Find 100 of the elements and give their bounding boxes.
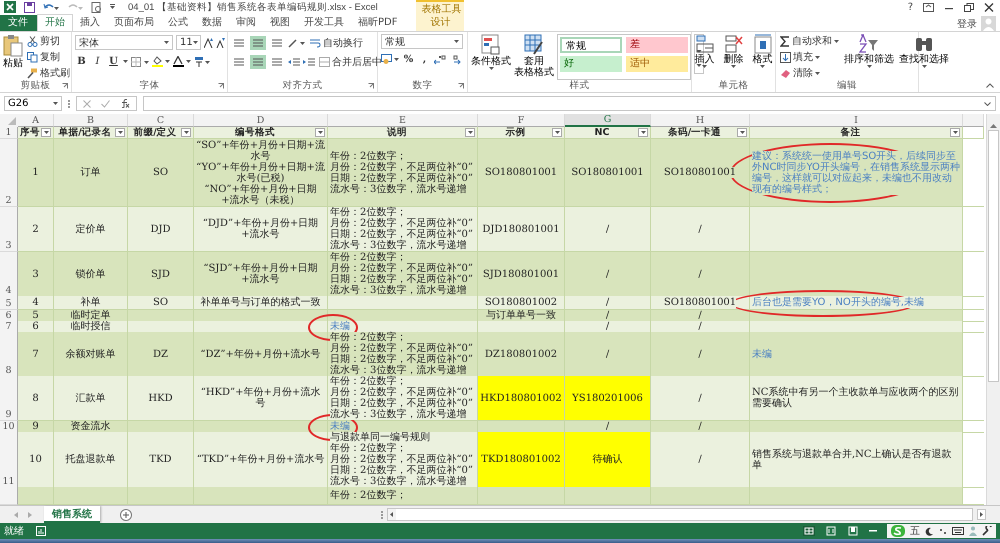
sign-in-link[interactable]: 登录 <box>957 16 977 30</box>
scrollbar-thumb[interactable] <box>988 130 999 382</box>
filter-dropdown-button[interactable] <box>737 128 747 137</box>
moon-icon[interactable] <box>925 526 934 536</box>
comma-style-button[interactable]: , <box>418 54 431 65</box>
close-icon[interactable] <box>984 2 994 12</box>
middle-align-icon[interactable] <box>250 36 266 50</box>
decrease-font-size-icon[interactable] <box>216 38 225 48</box>
column-header[interactable]: B <box>54 114 128 127</box>
accounting-format-icon[interactable] <box>381 54 399 65</box>
italic-button[interactable]: I <box>91 56 104 67</box>
ribbon-tab[interactable]: 数据 <box>195 15 229 31</box>
fill-button[interactable]: 填充 <box>779 50 840 64</box>
name-box[interactable]: G26 <box>4 96 62 111</box>
font-name-dropdown[interactable]: 宋体 <box>75 35 173 50</box>
row-header[interactable]: 4 <box>0 252 18 297</box>
row-header[interactable]: 10 <box>0 421 18 433</box>
find-select-button[interactable]: 查找和选择 <box>898 34 950 80</box>
row-header[interactable]: 6 <box>0 310 18 322</box>
expand-formula-bar-icon[interactable] <box>984 102 991 106</box>
copy-button[interactable]: 复制 <box>26 50 71 64</box>
input-method-toolbar[interactable]: 五 <box>887 524 996 538</box>
row-header[interactable]: 9 <box>0 376 18 421</box>
align-center-icon[interactable] <box>250 54 266 68</box>
splitter-handle-icon[interactable] <box>68 100 70 108</box>
fill-color-icon[interactable] <box>152 56 170 67</box>
filter-dropdown-button[interactable] <box>950 128 960 137</box>
help-button[interactable]: ? <box>908 2 913 12</box>
column-header[interactable]: F <box>478 114 565 127</box>
ribbon-tab[interactable]: 插入 <box>73 15 107 31</box>
page-break-preview-icon[interactable] <box>847 526 859 536</box>
ribbon-tab[interactable]: 福昕PDF <box>351 15 404 31</box>
splitter-handle-icon[interactable] <box>381 510 383 518</box>
cell-style-swatch[interactable]: 适中 <box>626 56 688 72</box>
input-mode-label[interactable]: 五 <box>910 524 920 538</box>
add-sheet-icon[interactable] <box>120 508 132 520</box>
filter-dropdown-button[interactable] <box>465 128 475 137</box>
dialog-launcher-icon[interactable] <box>458 83 464 89</box>
dialog-launcher-icon[interactable] <box>368 83 374 89</box>
formula-input-field[interactable] <box>143 96 996 111</box>
text-orientation-icon[interactable] <box>288 38 306 48</box>
bold-button[interactable]: B <box>75 56 88 67</box>
number-format-dropdown[interactable]: 常规 <box>381 34 463 49</box>
font-size-dropdown[interactable]: 11 <box>176 35 201 50</box>
ribbon-tab[interactable]: 页面布局 <box>107 15 161 31</box>
borders-icon[interactable] <box>131 56 149 66</box>
scroll-left-icon[interactable] <box>388 509 396 520</box>
punctuation-icon[interactable] <box>939 527 947 535</box>
increase-indent-icon[interactable] <box>303 56 315 66</box>
horizontal-scrollbar[interactable] <box>387 508 973 521</box>
column-header[interactable]: H <box>651 114 750 127</box>
column-header[interactable]: I <box>750 114 963 127</box>
save-icon[interactable] <box>24 2 35 12</box>
filter-dropdown-button[interactable] <box>41 128 51 137</box>
macro-recording-icon[interactable] <box>36 526 46 536</box>
scroll-up-icon[interactable] <box>990 124 997 128</box>
clear-button[interactable]: 清除 <box>779 66 840 80</box>
print-preview-icon[interactable] <box>91 2 102 12</box>
customize-toolbar-icon[interactable] <box>110 4 116 10</box>
ribbon-tab[interactable]: 审阅 <box>229 15 263 31</box>
decrease-indent-icon[interactable] <box>288 56 300 66</box>
format-painter-button[interactable]: 格式刷 <box>26 66 71 80</box>
row-header[interactable]: 2 <box>0 139 18 207</box>
column-header[interactable]: G <box>565 114 651 127</box>
ribbon-display-options-icon[interactable] <box>923 2 934 12</box>
dialog-launcher-icon[interactable] <box>218 83 224 89</box>
undo-icon[interactable] <box>43 2 59 12</box>
collapse-ribbon-icon[interactable] <box>986 83 994 88</box>
filter-dropdown-button[interactable] <box>552 128 562 137</box>
cut-button[interactable]: 剪切 <box>26 34 71 48</box>
row-header[interactable]: 7 <box>0 321 18 333</box>
input-method-logo-icon[interactable] <box>891 525 905 537</box>
percent-style-button[interactable]: % <box>402 54 415 65</box>
increase-decimal-icon[interactable] <box>434 54 446 64</box>
keyboard-icon[interactable] <box>952 527 964 535</box>
ribbon-tab[interactable]: 视图 <box>263 15 297 31</box>
paste-button[interactable]: 粘贴 <box>3 34 23 80</box>
restore-icon[interactable] <box>964 2 974 12</box>
cell-style-swatch[interactable]: 好 <box>560 56 622 72</box>
caret-icon[interactable] <box>123 60 128 63</box>
delete-cells-button[interactable]: 删除 <box>720 34 746 80</box>
dialog-launcher-icon[interactable] <box>62 83 68 89</box>
row-header[interactable]: 8 <box>0 332 18 377</box>
underline-button[interactable]: U <box>107 56 120 67</box>
insert-cells-button[interactable]: 插入 <box>692 34 718 80</box>
row-header[interactable]: 3 <box>0 207 18 252</box>
column-header[interactable]: D <box>194 114 328 127</box>
vertical-scrollbar[interactable] <box>986 114 1000 505</box>
insert-function-icon[interactable] <box>120 99 130 108</box>
enter-checkmark-icon[interactable] <box>101 100 110 108</box>
font-color-icon[interactable] <box>173 56 191 67</box>
sort-filter-button[interactable]: 排序和筛选 <box>843 34 895 80</box>
scroll-right-icon[interactable] <box>977 509 986 520</box>
column-header[interactable]: E <box>328 114 478 127</box>
cell-style-swatch[interactable]: 差 <box>626 37 688 53</box>
cell-style-swatch[interactable]: 常规 <box>560 37 622 53</box>
autosum-button[interactable]: 自动求和 <box>779 34 840 48</box>
ribbon-tab[interactable]: 开始 <box>37 14 73 31</box>
page-layout-view-icon[interactable] <box>825 526 837 536</box>
wrap-text-button[interactable]: 自动换行 <box>309 36 364 50</box>
